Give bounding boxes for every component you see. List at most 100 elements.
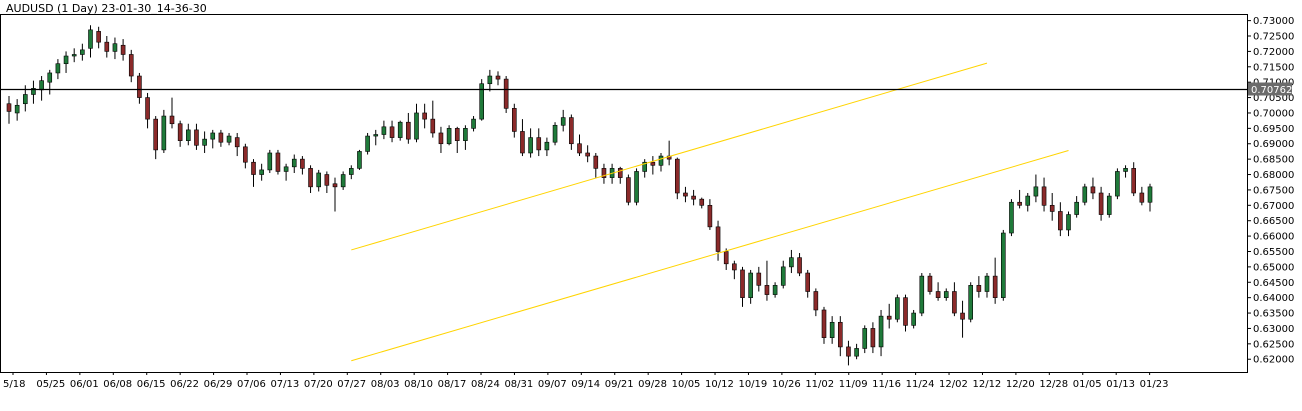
x-tick-label: 12/28 (1039, 379, 1068, 390)
candle-bearish (96, 31, 101, 43)
candle-bullish (943, 291, 949, 298)
current-price-label: 0.70762 (1251, 85, 1292, 96)
candle-bearish (243, 146, 248, 163)
candle-bullish (365, 135, 370, 152)
candle-bearish (153, 118, 158, 151)
x-tick-label: 10/12 (705, 379, 734, 390)
candle-bearish (650, 161, 656, 166)
candle-bullish (47, 72, 53, 83)
candle-bullish (919, 275, 925, 314)
x-tick-label: 01/23 (1140, 379, 1169, 390)
candle-bearish (308, 168, 313, 188)
candle-bearish (251, 161, 256, 175)
candle-bearish (332, 183, 338, 188)
candle-bullish (1123, 168, 1128, 172)
x-tick-label: 08/17 (438, 379, 467, 390)
candle-bullish (202, 138, 207, 146)
candle-bearish (593, 155, 599, 169)
candle-bullish (780, 266, 786, 286)
forex-candlestick-chart: 0.730000.725000.720000.715000.710000.705… (0, 0, 1302, 411)
candle-bullish (39, 80, 44, 91)
candle-bearish (137, 75, 142, 98)
candle-bullish (1115, 171, 1120, 197)
candle-bearish (723, 251, 729, 265)
x-tick-label: 12/20 (1006, 379, 1035, 390)
candle-bullish (1000, 232, 1006, 298)
candle-bearish (536, 137, 542, 151)
candle-bullish (862, 328, 868, 349)
x-tick-label: 06/29 (204, 379, 233, 390)
y-tick-label: 0.62500 (1253, 339, 1294, 350)
candle-bearish (1090, 186, 1096, 194)
candle-bearish (300, 158, 305, 169)
candle-bullish (1074, 201, 1079, 215)
candle-bearish (740, 269, 745, 298)
candle-bullish (854, 348, 859, 357)
candle-bearish (715, 226, 721, 252)
candle-bearish (120, 44, 126, 55)
candle-bearish (422, 112, 427, 120)
y-tick-label: 0.67500 (1253, 185, 1294, 196)
candle-bullish (357, 151, 362, 169)
candle-bullish (1147, 186, 1153, 203)
y-tick-label: 0.63000 (1253, 324, 1294, 335)
candle-bullish (267, 152, 273, 171)
y-tick-label: 0.64000 (1253, 293, 1294, 304)
x-tick-label: 08/31 (504, 379, 533, 390)
candle-bearish (218, 132, 224, 143)
candle-bearish (511, 108, 517, 132)
chart-title: AUDUSD (1 Day) 23-01-30_14-36-30 (6, 2, 207, 15)
candle-bullish (895, 297, 900, 320)
candle-bullish (259, 169, 264, 175)
y-tick-label: 0.73000 (1253, 16, 1294, 27)
candle-bullish (1066, 214, 1071, 231)
y-tick-label: 0.67000 (1253, 201, 1294, 212)
y-tick-label: 0.66500 (1253, 216, 1294, 227)
x-tick-label: 12/12 (972, 379, 1001, 390)
candle-bullish (878, 315, 884, 348)
x-tick-label: 11/16 (872, 379, 901, 390)
chart-background (0, 0, 1302, 411)
candle-bearish (1058, 211, 1063, 231)
candle-bearish (169, 115, 175, 125)
candle-bullish (634, 171, 639, 203)
candle-bearish (691, 195, 696, 200)
x-tick-label: 08/03 (371, 379, 400, 390)
candle-bearish (1139, 192, 1145, 203)
candle-bearish (764, 285, 770, 295)
candle-bearish (454, 128, 460, 141)
y-tick-label: 0.66000 (1253, 232, 1294, 243)
y-tick-label: 0.62000 (1253, 355, 1294, 366)
candle-bullish (22, 94, 28, 105)
candle-bearish (324, 174, 330, 186)
candle-bearish (732, 263, 737, 271)
candle-bullish (226, 135, 232, 143)
x-tick-label: 09/28 (638, 379, 667, 390)
x-tick-label: 06/08 (103, 379, 132, 390)
candle-bullish (772, 285, 778, 295)
y-tick-label: 0.69500 (1253, 124, 1294, 135)
x-tick-label: 11/24 (906, 379, 935, 390)
candle-bullish (80, 49, 85, 55)
candle-bearish (935, 291, 941, 298)
candle-bearish (992, 275, 998, 298)
x-tick-label: 5/18 (3, 379, 25, 390)
candle-bearish (626, 177, 631, 203)
candle-bullish (1082, 186, 1088, 203)
candle-bearish (617, 168, 623, 178)
y-tick-label: 0.71500 (1253, 62, 1294, 73)
x-tick-label: 08/24 (471, 379, 500, 390)
y-tick-label: 0.70000 (1253, 108, 1294, 119)
y-tick-label: 0.69000 (1253, 139, 1294, 150)
candle-bearish (1041, 186, 1047, 206)
candle-bearish (6, 103, 12, 112)
candle-bullish (560, 117, 566, 126)
candle-bearish (503, 78, 509, 109)
y-axis: 0.730000.725000.720000.715000.710000.705… (1247, 16, 1294, 366)
candle-bearish (976, 285, 982, 292)
candle-bearish (577, 143, 582, 154)
candle-bullish (14, 104, 20, 114)
candle-bearish (520, 131, 525, 154)
current-price-tag: 0.70762 (1248, 82, 1292, 96)
candle-bearish (674, 158, 680, 194)
